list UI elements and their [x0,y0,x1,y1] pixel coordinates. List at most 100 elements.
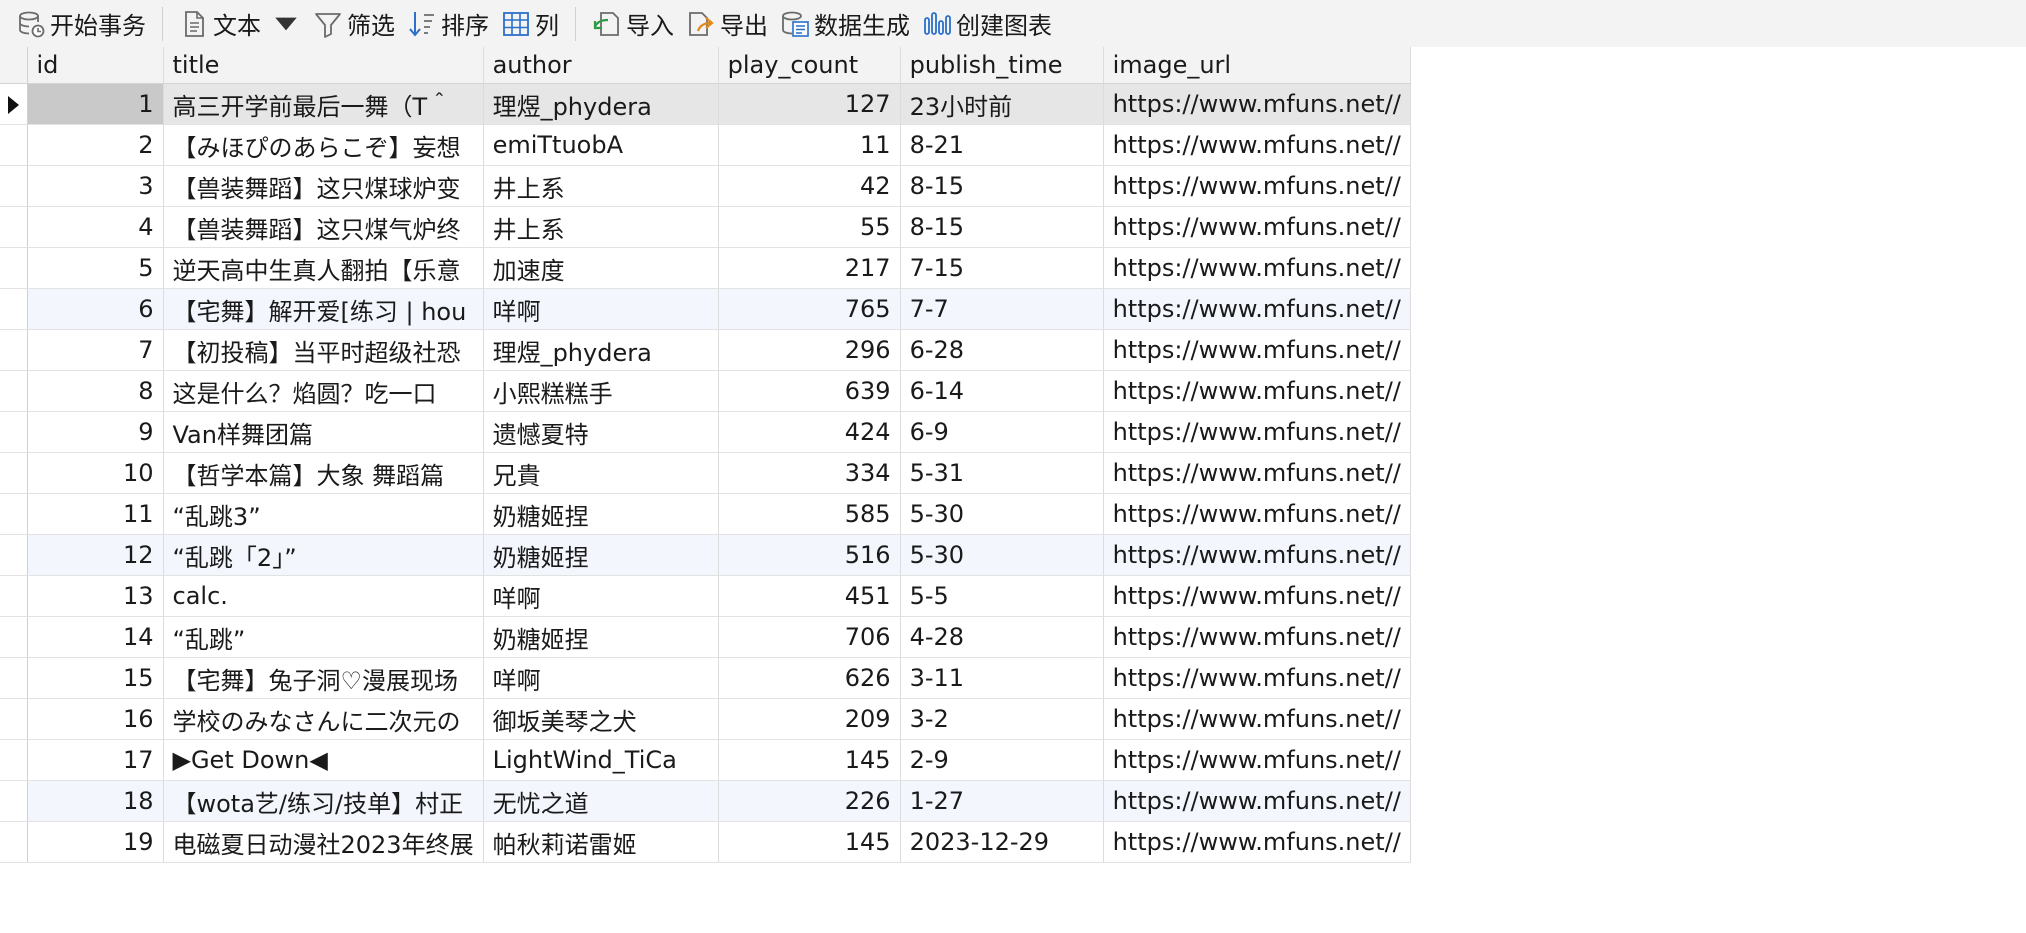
cell-title[interactable]: Van样舞团篇 [163,411,484,453]
row-selector[interactable] [0,247,28,289]
cell-play-count[interactable]: 706 [718,616,901,658]
row-selector[interactable] [0,616,28,658]
cell-play-count[interactable]: 451 [718,575,901,617]
cell-id[interactable]: 17 [27,739,164,781]
cell-author[interactable]: emiTtuobA [483,124,719,166]
table-row[interactable]: 19 电磁夏日动漫社2023年终展 帕秋莉诺雷姬 145 2023-12-29 … [0,821,1411,863]
column-header-title[interactable]: title [163,47,484,84]
cell-id[interactable]: 9 [27,411,164,453]
cell-play-count[interactable]: 209 [718,698,901,740]
table-row[interactable]: 13 calc. 咩啊 451 5-5 https://www.mfuns.ne… [0,575,1411,617]
cell-author[interactable]: 加速度 [483,247,719,289]
cell-play-count[interactable]: 145 [718,739,901,781]
cell-image-url[interactable]: https://www.mfuns.net// [1103,575,1411,617]
table-row[interactable]: 5 逆天高中生真人翻拍【乐意 加速度 217 7-15 https://www.… [0,247,1411,289]
cell-image-url[interactable]: https://www.mfuns.net// [1103,657,1411,699]
cell-title[interactable]: 电磁夏日动漫社2023年终展 [163,821,484,863]
cell-title[interactable]: 【みほぴのあらこぞ】妄想 [163,124,484,166]
cell-title[interactable]: 【兽装舞蹈】这只煤气炉终 [163,206,484,248]
export-button[interactable]: 导出 [680,4,774,44]
cell-id[interactable]: 12 [27,534,164,576]
cell-publish-time[interactable]: 3-11 [900,657,1104,699]
row-selector[interactable] [0,83,28,125]
cell-author[interactable]: 奶糖姬捏 [483,616,719,658]
create-chart-button[interactable]: 创建图表 [916,4,1058,44]
cell-title[interactable]: “乱跳「2」” [163,534,484,576]
cell-play-count[interactable]: 626 [718,657,901,699]
cell-author[interactable]: 理煜_phydera [483,83,719,125]
cell-author[interactable]: 咩啊 [483,575,719,617]
cell-author[interactable]: 无忧之道 [483,780,719,822]
cell-play-count[interactable]: 42 [718,165,901,207]
column-header-id[interactable]: id [27,47,164,84]
columns-button[interactable]: 列 [495,4,565,44]
cell-id[interactable]: 6 [27,288,164,330]
cell-author[interactable]: 理煜_phydera [483,329,719,371]
cell-image-url[interactable]: https://www.mfuns.net// [1103,821,1411,863]
cell-author[interactable]: 御坂美琴之犬 [483,698,719,740]
cell-title[interactable]: 【宅舞】解开爱[练习 | hou [163,288,484,330]
cell-publish-time[interactable]: 5-31 [900,452,1104,494]
table-row[interactable]: 15 【宅舞】兔子洞♡漫展现场 咩啊 626 3-11 https://www.… [0,657,1411,699]
cell-id[interactable]: 7 [27,329,164,371]
cell-title[interactable]: 逆天高中生真人翻拍【乐意 [163,247,484,289]
cell-author[interactable]: 遗憾夏特 [483,411,719,453]
table-row[interactable]: 7 【初投稿】当平时超级社恐 理煜_phydera 296 6-28 https… [0,329,1411,371]
cell-publish-time[interactable]: 4-28 [900,616,1104,658]
row-selector[interactable] [0,821,28,863]
cell-title[interactable]: “乱跳3” [163,493,484,535]
chevron-down-icon[interactable] [271,9,301,39]
cell-publish-time[interactable]: 7-15 [900,247,1104,289]
row-selector[interactable] [0,534,28,576]
text-view-button[interactable]: 文本 [173,4,307,44]
row-selector[interactable] [0,452,28,494]
cell-title[interactable]: ▶Get Down◀ [163,739,484,781]
cell-play-count[interactable]: 765 [718,288,901,330]
sort-button[interactable]: 排序 [401,4,495,44]
cell-title[interactable]: 【哲学本篇】大象 舞蹈篇 [163,452,484,494]
cell-image-url[interactable]: https://www.mfuns.net// [1103,411,1411,453]
cell-publish-time[interactable]: 5-30 [900,534,1104,576]
cell-play-count[interactable]: 424 [718,411,901,453]
cell-image-url[interactable]: https://www.mfuns.net// [1103,288,1411,330]
row-selector[interactable] [0,739,28,781]
cell-play-count[interactable]: 639 [718,370,901,412]
cell-image-url[interactable]: https://www.mfuns.net// [1103,534,1411,576]
row-selector[interactable] [0,698,28,740]
cell-title[interactable]: calc. [163,575,484,617]
table-row[interactable]: 8 这是什么？焰圆？吃一口 小熙糕糕手 639 6-14 https://www… [0,370,1411,412]
cell-image-url[interactable]: https://www.mfuns.net// [1103,370,1411,412]
cell-id[interactable]: 2 [27,124,164,166]
cell-image-url[interactable]: https://www.mfuns.net// [1103,616,1411,658]
row-selector[interactable] [0,124,28,166]
cell-id[interactable]: 4 [27,206,164,248]
cell-publish-time[interactable]: 6-28 [900,329,1104,371]
row-selector[interactable] [0,575,28,617]
column-header-play-count[interactable]: play_count [718,47,901,84]
row-selector[interactable] [0,411,28,453]
cell-id[interactable]: 14 [27,616,164,658]
cell-image-url[interactable]: https://www.mfuns.net// [1103,165,1411,207]
cell-author[interactable]: 奶糖姬捏 [483,493,719,535]
cell-author[interactable]: LightWind_TiCa [483,739,719,781]
table-row[interactable]: 4 【兽装舞蹈】这只煤气炉终 井上系 55 8-15 https://www.m… [0,206,1411,248]
cell-image-url[interactable]: https://www.mfuns.net// [1103,329,1411,371]
cell-id[interactable]: 10 [27,452,164,494]
cell-title[interactable]: 【wota艺/练习/技单】村正 [163,780,484,822]
cell-title[interactable]: 这是什么？焰圆？吃一口 [163,370,484,412]
table-row[interactable]: 16 学校のみなさんに二次元の 御坂美琴之犬 209 3-2 https://w… [0,698,1411,740]
column-header-image-url[interactable]: image_url [1103,47,1411,84]
cell-play-count[interactable]: 226 [718,780,901,822]
row-selector[interactable] [0,206,28,248]
cell-id[interactable]: 11 [27,493,164,535]
cell-image-url[interactable]: https://www.mfuns.net// [1103,247,1411,289]
cell-title[interactable]: “乱跳” [163,616,484,658]
cell-play-count[interactable]: 334 [718,452,901,494]
cell-publish-time[interactable]: 5-5 [900,575,1104,617]
cell-play-count[interactable]: 217 [718,247,901,289]
cell-id[interactable]: 5 [27,247,164,289]
cell-id[interactable]: 18 [27,780,164,822]
cell-image-url[interactable]: https://www.mfuns.net// [1103,739,1411,781]
cell-image-url[interactable]: https://www.mfuns.net// [1103,206,1411,248]
table-row[interactable]: 12 “乱跳「2」” 奶糖姬捏 516 5-30 https://www.mfu… [0,534,1411,576]
